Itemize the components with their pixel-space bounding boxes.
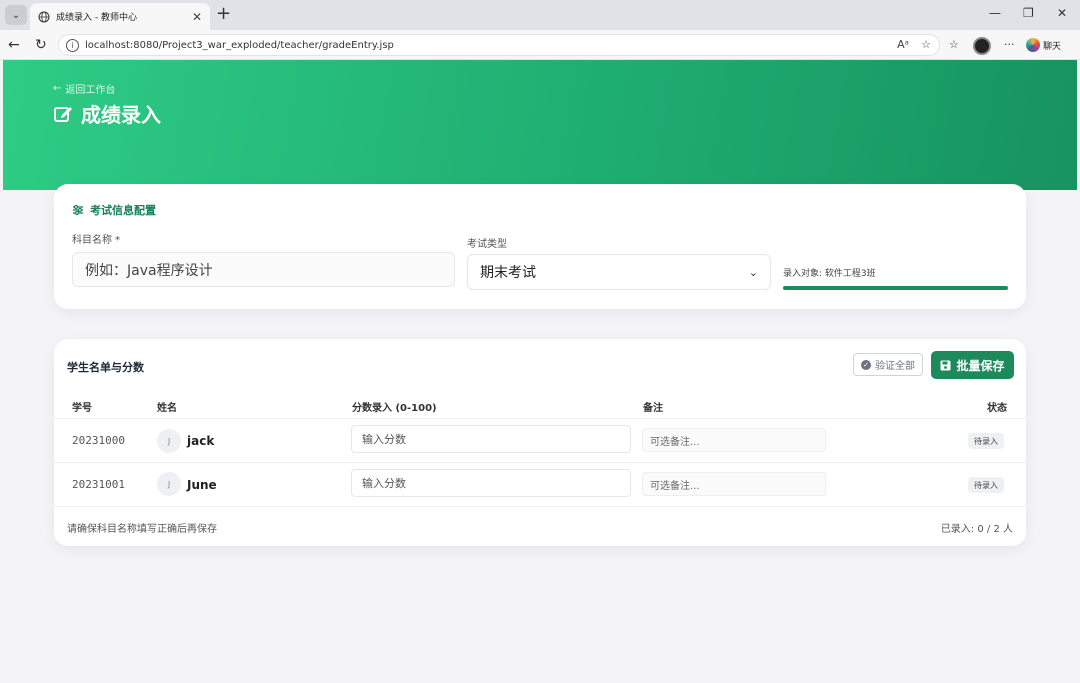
verify-all-button[interactable]: ✓ 验证全部: [853, 353, 923, 376]
chat-label: 聊天: [1043, 41, 1062, 52]
status-badge: 待录入: [968, 433, 1004, 449]
url-field[interactable]: i localhost:8080/Project3_war_exploded/t…: [58, 34, 940, 56]
edit-icon: [54, 106, 72, 122]
back-link-label: 返回工作台: [65, 85, 116, 96]
avatar: J: [157, 472, 181, 496]
browser-tab-strip: ⌄ 成绩录入 - 教师中心 ✕ + — ❐ ✕: [0, 0, 1080, 30]
row-divider: [54, 462, 1026, 463]
config-section-title: 考试信息配置: [72, 202, 156, 218]
student-list-card: 学生名单与分数 ✓ 验证全部 批量保存 学号 姓名 分数录入 (0-100) 备…: [54, 339, 1026, 546]
arrow-left-icon: ←: [53, 83, 62, 94]
note-input[interactable]: 可选备注...: [642, 428, 826, 452]
restore-icon[interactable]: ❐: [1023, 6, 1034, 20]
browser-tab[interactable]: 成绩录入 - 教师中心 ✕: [30, 3, 210, 30]
subject-label: 科目名称 *: [72, 235, 121, 246]
copilot-logo-icon: [1026, 38, 1040, 52]
favorite-star-icon[interactable]: ☆: [921, 38, 931, 51]
column-header-score: 分数录入 (0-100): [352, 403, 437, 414]
favorites-icon[interactable]: ☆: [949, 38, 959, 51]
back-arrow-icon[interactable]: ←: [8, 37, 20, 53]
target-class-text: 录入对象: 软件工程3班: [783, 269, 876, 279]
page-title-text: 成绩录入: [81, 103, 161, 127]
exam-type-select[interactable]: 期末考试 ⌄: [467, 254, 771, 290]
close-window-icon[interactable]: ✕: [1057, 6, 1067, 20]
globe-icon: [38, 11, 50, 22]
student-id: 20231000: [72, 434, 125, 447]
minimize-icon[interactable]: —: [989, 6, 1001, 20]
footer-hint: 请确保科目名称填写正确后再保存: [67, 524, 217, 535]
status-badge: 待录入: [968, 477, 1004, 493]
more-menu-icon[interactable]: ···: [1004, 38, 1015, 51]
back-to-workbench-link[interactable]: ← 返回工作台: [53, 81, 115, 96]
entry-progress-bar: [783, 286, 1008, 290]
refresh-icon[interactable]: ↻: [35, 37, 47, 53]
avatar: J: [157, 429, 181, 453]
save-icon: [940, 360, 951, 370]
list-title: 学生名单与分数: [67, 361, 144, 374]
batch-save-button[interactable]: 批量保存: [931, 351, 1014, 379]
student-name: jack: [187, 434, 215, 448]
row-divider: [54, 418, 1026, 419]
exam-config-card: 考试信息配置 科目名称 * 例如：Java程序设计 考试类型 期末考试 ⌄ 录入…: [54, 184, 1026, 309]
entry-count: 已录入: 0 / 2 人: [940, 524, 1013, 535]
site-info-icon[interactable]: i: [66, 38, 79, 52]
close-tab-icon[interactable]: ✕: [192, 10, 202, 24]
student-id: 20231001: [72, 478, 125, 491]
row-divider: [54, 506, 1026, 507]
tab-title: 成绩录入 - 教师中心: [56, 13, 137, 23]
sliders-icon: [73, 204, 83, 216]
profile-avatar[interactable]: [973, 37, 991, 55]
column-header-name: 姓名: [157, 403, 177, 414]
chevron-down-icon: ⌄: [11, 9, 21, 21]
entry-progress-fill: [783, 286, 1008, 290]
check-circle-icon: ✓: [861, 359, 871, 370]
column-header-status: 状态: [987, 403, 1007, 414]
student-name: June: [187, 478, 217, 492]
subject-input[interactable]: 例如：Java程序设计: [72, 252, 455, 287]
tab-actions-button[interactable]: ⌄: [5, 5, 27, 25]
copilot-chat-button[interactable]: 聊天: [1026, 35, 1074, 55]
url-text: localhost:8080/Project3_war_exploded/tea…: [85, 39, 394, 51]
column-header-id: 学号: [72, 403, 92, 414]
subject-placeholder: 例如：Java程序设计: [85, 262, 213, 279]
page-title: 成绩录入: [53, 99, 161, 128]
read-aloud-icon[interactable]: Aᵃ: [897, 38, 909, 51]
score-input[interactable]: 输入分数: [351, 425, 631, 453]
new-tab-button[interactable]: +: [216, 4, 231, 24]
exam-type-value: 期末考试: [480, 265, 536, 281]
chevron-down-icon: ⌄: [748, 265, 758, 279]
column-header-note: 备注: [643, 403, 663, 414]
score-input[interactable]: 输入分数: [351, 469, 631, 497]
address-bar-row: ← ↻ i localhost:8080/Project3_war_explod…: [0, 30, 1080, 60]
page-header-banner: [3, 60, 1077, 190]
exam-type-label: 考试类型: [467, 239, 507, 250]
note-input[interactable]: 可选备注...: [642, 472, 826, 496]
